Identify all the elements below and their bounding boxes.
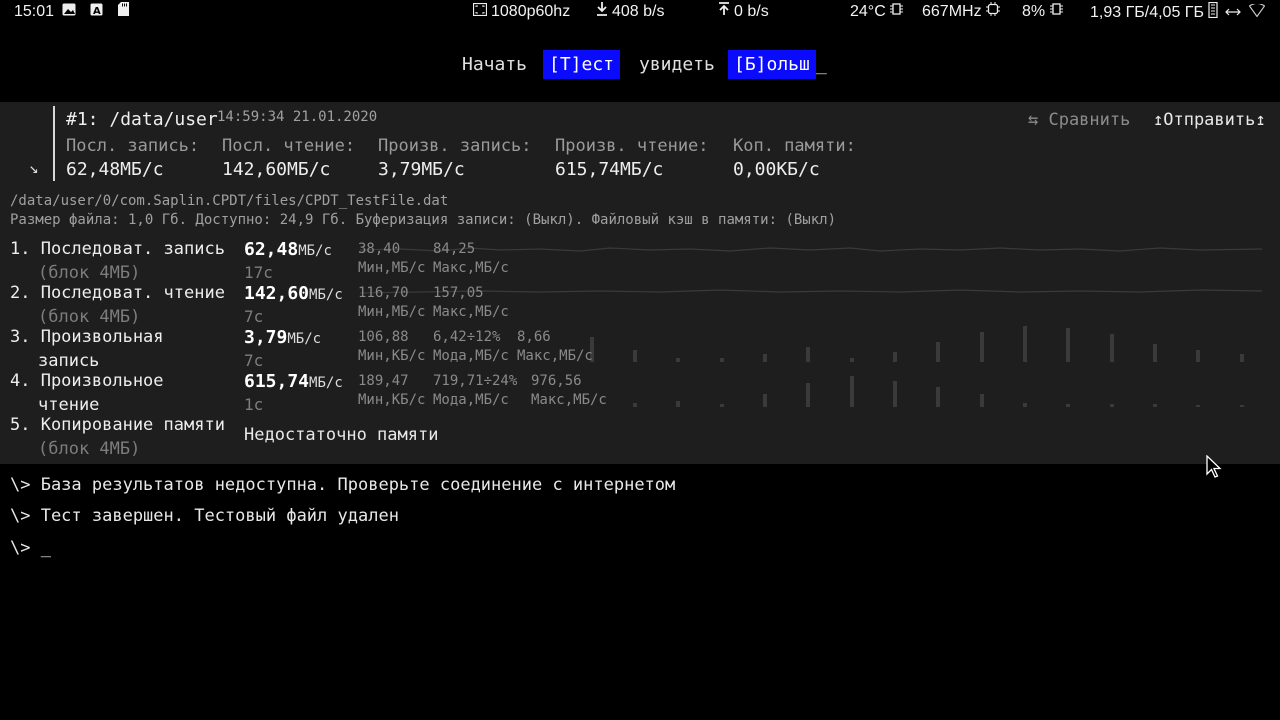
resolution-text: 1080p60hz — [491, 3, 571, 21]
test-value-unit: МБ/с — [309, 375, 343, 391]
stat-label: Мин,МБ/с — [358, 304, 426, 320]
random-write-bars — [590, 326, 1244, 362]
stat-label: Макс,МБ/с — [433, 260, 509, 276]
test-value-number: 142,60 — [244, 283, 310, 304]
test-value: 62,48МБ/с — [244, 239, 332, 260]
status-memory: 1,93 ГБ/4,05 ГБ — [1090, 1, 1269, 24]
console-line: \> Тест завершен. Тестовый файл удален — [10, 506, 399, 526]
test-sublabel: (блок 4МБ) — [38, 439, 141, 459]
stat-value: 106,88 — [358, 329, 409, 345]
test-value-number: 62,48 — [244, 239, 299, 260]
status-left-icons: A — [62, 2, 133, 22]
stat-value: 84,25 — [433, 241, 476, 257]
upload-text: 0 b/s — [734, 3, 769, 21]
test-time: 1с — [244, 395, 264, 414]
random-read-bars — [633, 376, 1244, 407]
download-icon — [596, 2, 608, 22]
stat-label: Мин,КБ/с — [358, 348, 426, 364]
stat-label: Макс,МБ/с — [433, 304, 509, 320]
cpu-icon — [986, 2, 1001, 22]
stat-value: 189,47 — [358, 373, 409, 389]
test-value-number: 3,79 — [244, 327, 288, 348]
status-upload: 0 b/s — [718, 2, 769, 22]
seq-write-graph — [359, 247, 1263, 252]
data-arrows-icon — [1225, 3, 1241, 23]
console-prompt[interactable]: \> _ — [10, 538, 51, 558]
status-download: 408 b/s — [596, 2, 664, 22]
status-resolution: 1080p60hz — [472, 2, 571, 22]
stat-value: 6,42÷12% — [433, 329, 501, 345]
test-sublabel: чтение — [38, 395, 100, 415]
test-value-unit: МБ/с — [309, 287, 343, 303]
ram-icon — [1208, 1, 1219, 24]
memory-text: 1,93 ГБ/4,05 ГБ — [1090, 4, 1204, 22]
mouse-pointer-icon — [1206, 454, 1222, 483]
screen-icon — [472, 2, 488, 22]
sdcard-icon — [117, 2, 129, 22]
test-sublabel: запись — [38, 351, 100, 371]
test-sublabel: (блок 4МБ) — [38, 307, 141, 327]
menu-cursor: _ — [816, 54, 827, 75]
svg-text:A: A — [93, 6, 101, 16]
status-cpu-freq: 667MHz — [922, 2, 1004, 22]
menu-item-start[interactable]: Начать — [456, 50, 533, 79]
stat-label: Макс,МБ/с — [531, 392, 607, 408]
status-cpu-load: 8% — [1022, 2, 1067, 22]
test-sublabel: (блок 4МБ) — [38, 263, 141, 283]
stat-value: 157,05 — [433, 285, 484, 301]
menu-item-more[interactable]: [Б]ольш — [728, 50, 816, 79]
test-time: 7с — [244, 307, 264, 326]
stat-value: 976,56 — [531, 373, 582, 389]
test-label: 3. Произвольная — [10, 327, 164, 347]
chip-icon-2 — [1049, 2, 1063, 22]
test-value-number: 615,74 — [244, 371, 310, 392]
test-message: Недостаточно памяти — [244, 425, 439, 445]
test-label: 5. Копирование памяти — [10, 415, 225, 435]
menu-item-view[interactable]: увидеть — [633, 50, 721, 79]
test-label: 4. Произвольное — [10, 371, 164, 391]
stat-label: Макс,МБ/с — [517, 348, 593, 364]
stat-value: 719,71÷24% — [433, 373, 518, 389]
stat-label: Мода,МБ/с — [433, 392, 509, 408]
test-value-unit: МБ/с — [287, 331, 322, 347]
download-text: 408 b/s — [612, 3, 665, 21]
console-line: \> База результатов недоступна. Проверьт… — [10, 475, 676, 495]
test-value: 615,74МБ/с — [244, 371, 343, 392]
stat-label: Мода,МБ/с — [433, 348, 509, 364]
stat-label: Мин,КБ/с — [358, 392, 426, 408]
test-value: 3,79МБ/с — [244, 327, 321, 348]
stat-value: 8,66 — [517, 329, 551, 345]
test-time: 17с — [244, 263, 273, 282]
cpu-load-text: 8% — [1022, 3, 1046, 21]
test-value: 142,60МБ/с — [244, 283, 343, 304]
menu-item-test[interactable]: [Т]ест — [543, 50, 621, 79]
test-label: 1. Последоват. запись — [10, 239, 225, 259]
upload-icon — [718, 2, 730, 22]
chip-icon — [890, 2, 904, 22]
test-value-unit: МБ/с — [298, 243, 332, 259]
status-time: 15:01 — [14, 3, 55, 20]
image-icon — [62, 2, 76, 22]
font-icon: A — [90, 2, 103, 22]
temperature-text: 24°C — [850, 3, 886, 21]
wifi-icon — [1249, 2, 1266, 23]
stat-label: Мин,МБ/с — [358, 260, 426, 276]
seq-read-graph — [359, 289, 1263, 294]
cpu-freq-text: 667MHz — [922, 3, 982, 21]
test-label: 2. Последоват. чтение — [10, 283, 225, 303]
stat-value: 38,40 — [358, 241, 401, 257]
result-panel: ↘ #1: /data/user 14:59:34 21.01.2020 ⇆ С… — [0, 102, 1280, 464]
status-temperature: 24°C — [850, 2, 907, 22]
stat-value: 116,70 — [358, 285, 409, 301]
test-time: 7с — [244, 351, 264, 370]
